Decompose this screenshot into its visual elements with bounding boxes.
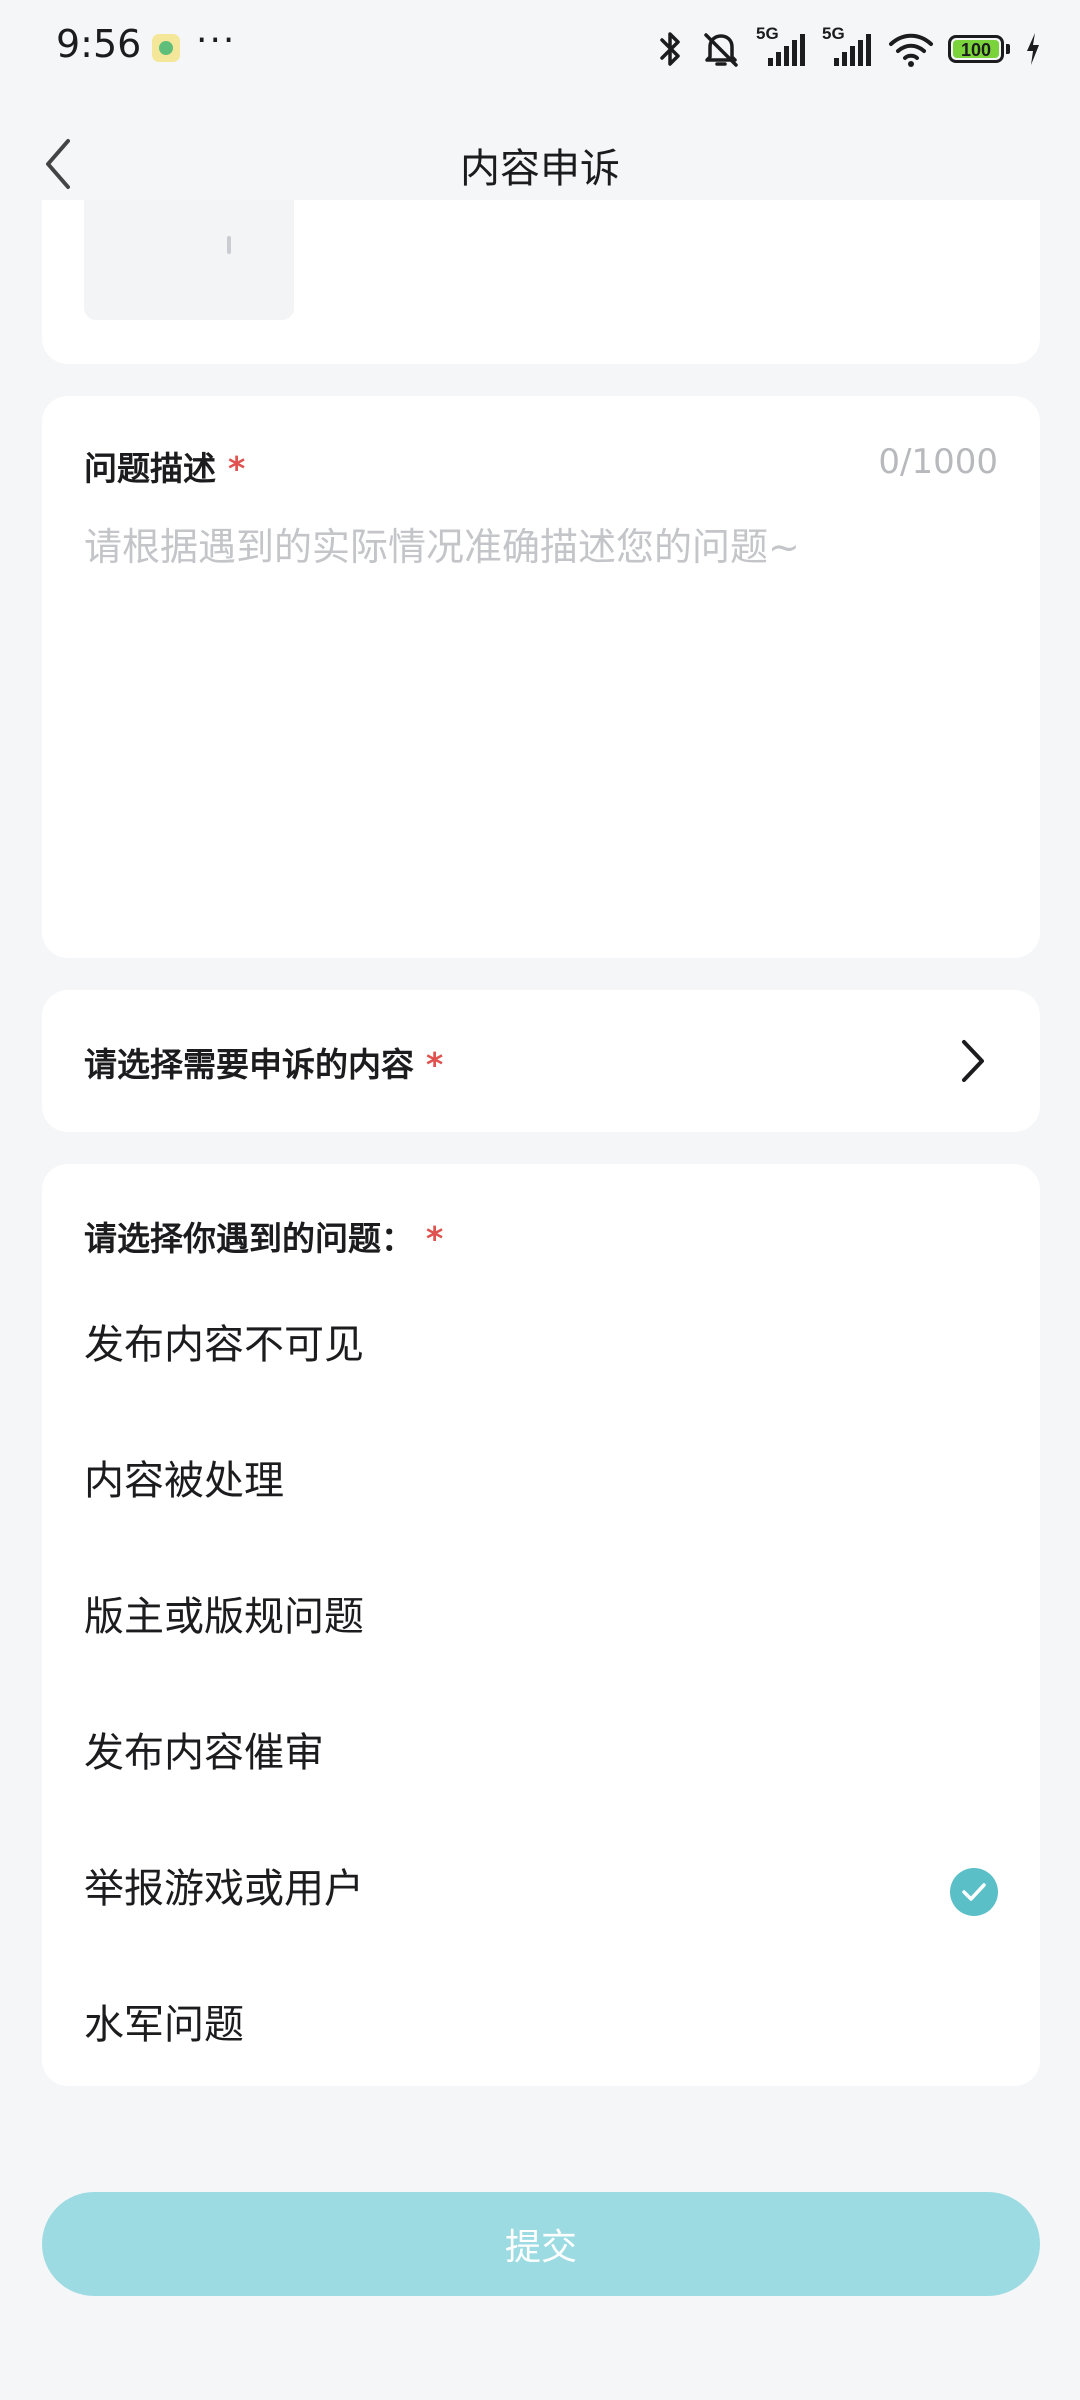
- description-textarea[interactable]: [84, 520, 998, 920]
- problem-option-list: 发布内容不可见 内容被处理 版主或版规问题 发布内容催审 举报游戏或用户 水军问…: [42, 1284, 1040, 2100]
- problem-option-label: 发布内容催审: [84, 1730, 324, 1776]
- page-title: 内容申诉: [460, 146, 620, 192]
- battery-level: 100: [953, 40, 999, 60]
- wifi-icon: [889, 33, 933, 67]
- app-notification-icon: [152, 34, 180, 62]
- problem-option-label: 水军问题: [84, 2002, 244, 2048]
- signal-icon: [834, 34, 871, 66]
- description-label-text: 问题描述: [84, 449, 216, 488]
- status-bar: 9:56 ··· 5G 5G 100: [0, 0, 1080, 96]
- problem-option-selected[interactable]: 举报游戏或用户: [42, 1828, 1040, 1964]
- select-content-label-text: 请选择需要申诉的内容: [84, 1045, 414, 1084]
- battery-icon: 100: [948, 35, 1010, 63]
- problem-options-label: 请选择你遇到的问题： *: [84, 1212, 443, 1260]
- select-content-label: 请选择需要申诉的内容 *: [84, 1038, 443, 1086]
- signal-group-1: 5G: [756, 24, 808, 70]
- problem-option-label: 发布内容不可见: [84, 1322, 364, 1368]
- problem-option[interactable]: 水军问题: [42, 1964, 1040, 2100]
- character-counter: 0/1000: [878, 442, 998, 482]
- submit-button[interactable]: 提交: [42, 2192, 1040, 2296]
- description-card: 问题描述 * 0/1000: [42, 396, 1040, 958]
- description-label: 问题描述 *: [84, 442, 245, 490]
- problem-option[interactable]: 版主或版规问题: [42, 1556, 1040, 1692]
- status-time: 9:56: [56, 22, 142, 66]
- problem-option[interactable]: 内容被处理: [42, 1420, 1040, 1556]
- mute-bell-icon: [704, 33, 738, 67]
- bluetooth-icon: [660, 32, 680, 66]
- charging-icon: [1027, 33, 1039, 65]
- required-mark: *: [228, 449, 246, 488]
- check-circle-icon: [950, 1868, 998, 1916]
- signal-group-2: 5G: [822, 24, 874, 70]
- required-mark: *: [426, 1219, 444, 1258]
- problem-options-card: 请选择你遇到的问题： * 发布内容不可见 内容被处理 版主或版规问题 发布内容催审…: [42, 1164, 1040, 2086]
- image-upload-thumbnail[interactable]: [84, 200, 294, 320]
- status-icons: 5G 5G 100: [656, 24, 1042, 72]
- problem-option[interactable]: 发布内容催审: [42, 1692, 1040, 1828]
- problem-options-label-text: 请选择你遇到的问题：: [84, 1219, 414, 1258]
- image-upload-card: [42, 200, 1040, 364]
- signal-icon: [768, 34, 805, 66]
- select-content-row[interactable]: 请选择需要申诉的内容 *: [42, 990, 1040, 1132]
- add-image-icon: [227, 236, 231, 254]
- chevron-right-icon: [948, 1034, 998, 1088]
- problem-option-label: 版主或版规问题: [84, 1594, 364, 1640]
- problem-option[interactable]: 发布内容不可见: [42, 1284, 1040, 1420]
- required-mark: *: [426, 1045, 444, 1084]
- problem-option-label: 内容被处理: [84, 1458, 284, 1504]
- more-notifications-icon: ···: [196, 20, 237, 61]
- problem-option-label: 举报游戏或用户: [84, 1866, 364, 1912]
